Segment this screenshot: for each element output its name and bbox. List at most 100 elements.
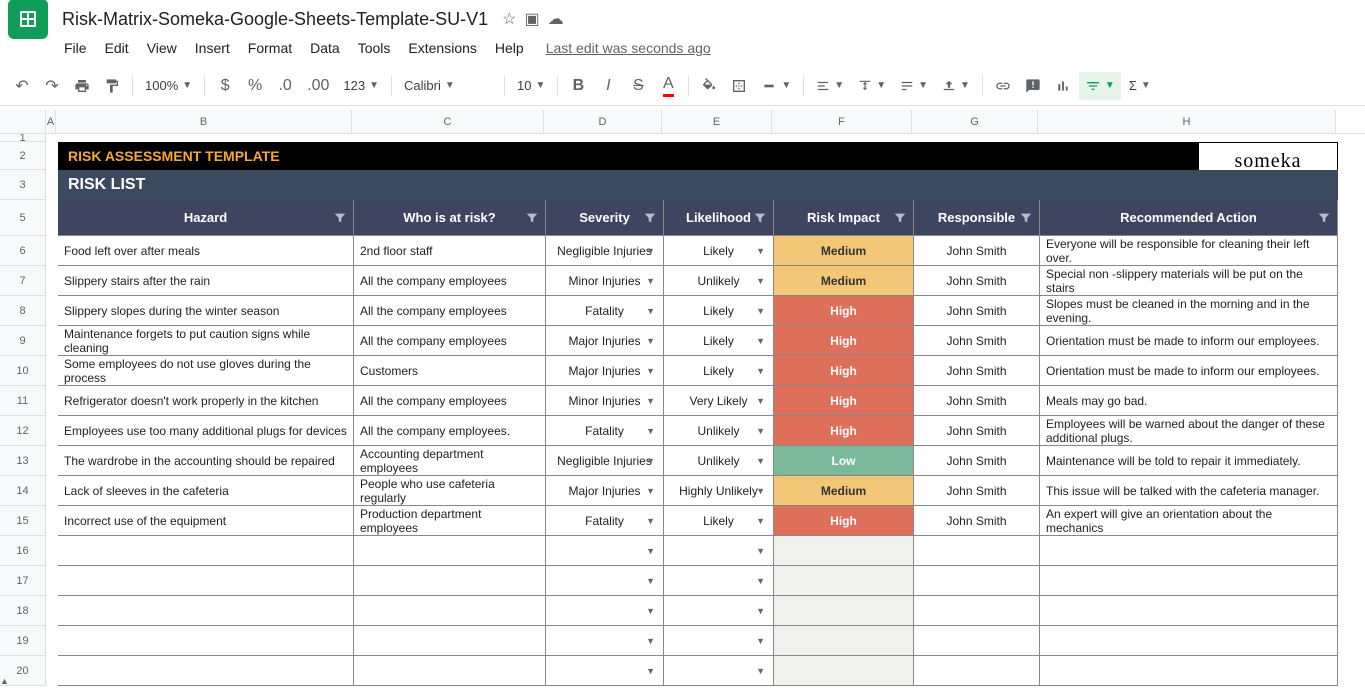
menu-help[interactable]: Help — [487, 36, 532, 60]
cell-empty[interactable] — [58, 656, 354, 686]
dropdown-icon[interactable]: ▼ — [756, 606, 765, 616]
cell-impact[interactable]: High — [774, 506, 914, 536]
menu-file[interactable]: File — [56, 36, 95, 60]
italic-button[interactable]: I — [594, 72, 622, 100]
cell-action[interactable]: Everyone will be responsible for cleanin… — [1040, 236, 1338, 266]
cell-who[interactable]: Accounting department employees — [354, 446, 546, 476]
cell-hazard[interactable]: Some employees do not use gloves during … — [58, 356, 354, 386]
cell-action[interactable]: Special non -slippery materials will be … — [1040, 266, 1338, 296]
cell-hazard[interactable]: Employees use too many additional plugs … — [58, 416, 354, 446]
cell-empty[interactable] — [354, 626, 546, 656]
cell-action[interactable]: Meals may go bad. — [1040, 386, 1338, 416]
row-14[interactable]: 14 — [0, 476, 46, 506]
dropdown-icon[interactable]: ▼ — [646, 276, 655, 286]
cell-empty[interactable]: ▼ — [664, 656, 774, 686]
cell-hazard[interactable]: Lack of sleeves in the cafeteria — [58, 476, 354, 506]
col-C[interactable]: C — [352, 110, 544, 133]
font-size-select[interactable]: 10▼ — [511, 72, 551, 100]
cell-action[interactable]: Slopes must be cleaned in the morning an… — [1040, 296, 1338, 326]
cell-responsible[interactable]: John Smith — [914, 446, 1040, 476]
strike-button[interactable]: S — [624, 72, 652, 100]
cell-empty[interactable] — [58, 536, 354, 566]
cell-impact[interactable]: High — [774, 326, 914, 356]
cell-likelihood[interactable]: Likely▼ — [664, 326, 774, 356]
cell-impact[interactable]: Medium — [774, 236, 914, 266]
cell-action[interactable]: An expert will give an orientation about… — [1040, 506, 1338, 536]
cell-impact[interactable]: High — [774, 356, 914, 386]
cell-empty[interactable] — [354, 656, 546, 686]
dropdown-icon[interactable]: ▼ — [646, 246, 655, 256]
dropdown-icon[interactable]: ▼ — [646, 576, 655, 586]
cell-severity[interactable]: Fatality▼ — [546, 506, 664, 536]
cell-severity[interactable]: Major Injuries▼ — [546, 476, 664, 506]
fill-color-button[interactable] — [695, 72, 723, 100]
cell-likelihood[interactable]: Likely▼ — [664, 506, 774, 536]
filter-icon[interactable] — [643, 211, 657, 225]
menu-tools[interactable]: Tools — [350, 36, 399, 60]
filter-icon[interactable] — [1019, 211, 1033, 225]
cell-empty[interactable] — [774, 596, 914, 626]
row-12[interactable]: 12 — [0, 416, 46, 446]
col-D[interactable]: D — [544, 110, 662, 133]
cell-severity[interactable]: Negligible Injuries▼ — [546, 236, 664, 266]
dropdown-icon[interactable]: ▼ — [646, 336, 655, 346]
select-all-corner[interactable] — [0, 110, 46, 133]
cell-likelihood[interactable]: Likely▼ — [664, 356, 774, 386]
filter-icon[interactable] — [893, 211, 907, 225]
col-G[interactable]: G — [912, 110, 1038, 133]
row-3[interactable]: 3 — [0, 170, 46, 200]
cell-severity[interactable]: Fatality▼ — [546, 296, 664, 326]
decrease-decimal-button[interactable]: .0 — [271, 72, 299, 100]
cell-who[interactable]: All the company employees. — [354, 416, 546, 446]
row-11[interactable]: 11 — [0, 386, 46, 416]
cell-likelihood[interactable]: Likely▼ — [664, 296, 774, 326]
col-A[interactable]: A — [46, 110, 56, 133]
dropdown-icon[interactable]: ▼ — [646, 306, 655, 316]
row-19[interactable]: 19 — [0, 626, 46, 656]
cell-severity[interactable]: Minor Injuries▼ — [546, 386, 664, 416]
row-1[interactable]: 1 — [0, 134, 46, 142]
comment-button[interactable] — [1019, 72, 1047, 100]
row-15[interactable]: 15 — [0, 506, 46, 536]
cell-who[interactable]: All the company employees — [354, 266, 546, 296]
cell-empty[interactable]: ▼ — [664, 626, 774, 656]
row-7[interactable]: 7 — [0, 266, 46, 296]
cell-severity[interactable]: Fatality▼ — [546, 416, 664, 446]
header-likelihood[interactable]: Likelihood — [664, 200, 774, 236]
col-F[interactable]: F — [772, 110, 912, 133]
col-H[interactable]: H — [1038, 110, 1336, 133]
cell-hazard[interactable]: Maintenance forgets to put caution signs… — [58, 326, 354, 356]
filter-button[interactable]: ▼ — [1079, 72, 1121, 100]
cell-likelihood[interactable]: Likely▼ — [664, 236, 774, 266]
cell-likelihood[interactable]: Highly Unlikely▼ — [664, 476, 774, 506]
header-who-is-at-risk-[interactable]: Who is at risk? — [354, 200, 546, 236]
dropdown-icon[interactable]: ▼ — [756, 276, 765, 286]
row-18[interactable]: 18 — [0, 596, 46, 626]
cell-empty[interactable]: ▼ — [546, 626, 664, 656]
dropdown-icon[interactable]: ▼ — [646, 546, 655, 556]
cloud-icon[interactable]: ☁ — [548, 9, 564, 29]
row-6[interactable]: 6 — [0, 236, 46, 266]
dropdown-icon[interactable]: ▼ — [646, 486, 655, 496]
cell-empty[interactable] — [774, 536, 914, 566]
row-10[interactable]: 10 — [0, 356, 46, 386]
cell-action[interactable]: Maintenance will be told to repair it im… — [1040, 446, 1338, 476]
dropdown-icon[interactable]: ▼ — [756, 546, 765, 556]
cell-who[interactable]: All the company employees — [354, 386, 546, 416]
cell-empty[interactable] — [914, 566, 1040, 596]
cell-likelihood[interactable]: Very Likely▼ — [664, 386, 774, 416]
row-20[interactable]: ▲20 — [0, 656, 46, 686]
cell-hazard[interactable]: Refrigerator doesn't work properly in th… — [58, 386, 354, 416]
cell-responsible[interactable]: John Smith — [914, 506, 1040, 536]
cell-action[interactable]: This issue will be talked with the cafet… — [1040, 476, 1338, 506]
cell-who[interactable]: People who use cafeteria regularly — [354, 476, 546, 506]
row-5[interactable]: 5 — [0, 200, 46, 236]
text-color-button[interactable]: A — [654, 72, 682, 100]
dropdown-icon[interactable]: ▼ — [756, 306, 765, 316]
filter-icon[interactable] — [1317, 211, 1331, 225]
row-13[interactable]: 13 — [0, 446, 46, 476]
cell-empty[interactable] — [58, 566, 354, 596]
cell-responsible[interactable]: John Smith — [914, 386, 1040, 416]
row-17[interactable]: 17 — [0, 566, 46, 596]
cell-empty[interactable]: ▼ — [546, 596, 664, 626]
